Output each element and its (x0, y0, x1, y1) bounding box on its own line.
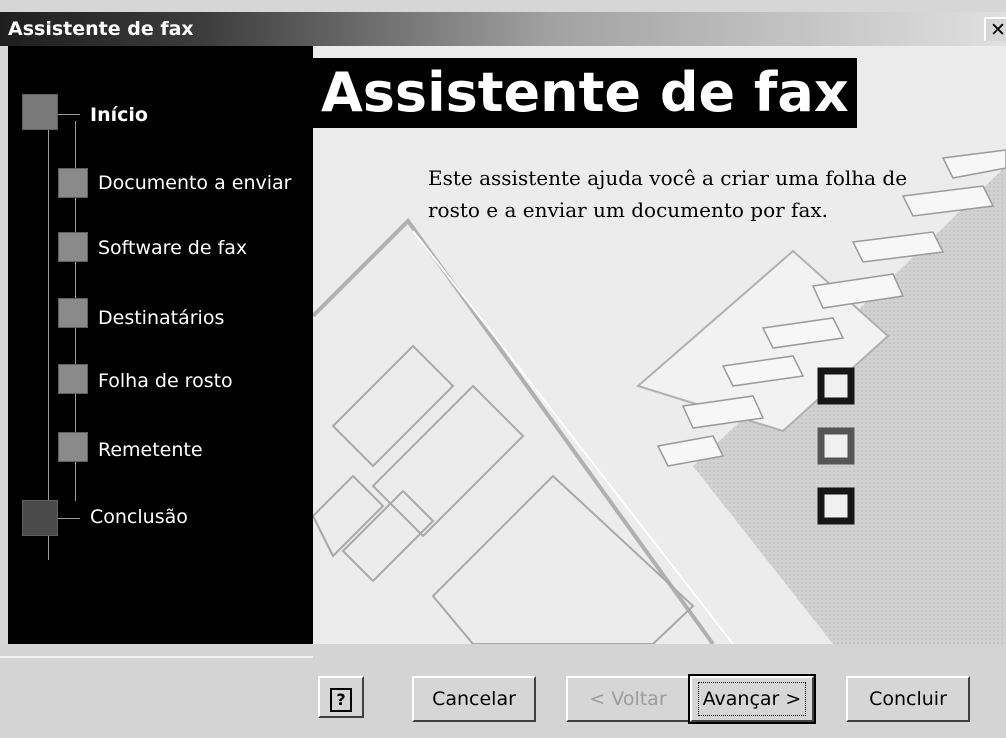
step-destinatarios: Destinatários (98, 307, 225, 329)
step-start-marker-icon (22, 94, 58, 130)
wizard-heading: Assistente de fax (313, 58, 857, 128)
title-bar: Assistente de fax ✕ (0, 12, 1006, 46)
step-navigation-panel: Início Documento a enviar Software de fa… (8, 46, 313, 644)
step-sender-marker-icon (58, 432, 88, 462)
wizard-description: Este assistente ajuda você a criar uma f… (428, 166, 908, 222)
decorative-fax-illustration (313, 46, 1006, 644)
step-folha-de-rosto: Folha de rosto (98, 370, 233, 392)
help-icon: ? (330, 688, 352, 712)
tree-connector (58, 518, 80, 519)
next-button[interactable]: Avançar > (688, 674, 816, 724)
help-button[interactable]: ? (318, 676, 364, 718)
step-software-de-fax: Software de fax (98, 237, 248, 259)
close-icon[interactable]: ✕ (984, 17, 1006, 41)
separator (0, 656, 313, 658)
step-documento-a-enviar: Documento a enviar (98, 172, 292, 194)
step-recipients-marker-icon (58, 298, 88, 328)
step-conclusao: Conclusão (90, 506, 188, 528)
wizard-content-area (313, 46, 1006, 644)
fax-wizard-window: Assistente de fax ✕ Início Documento a e… (0, 0, 1006, 738)
finish-button[interactable]: Concluir (846, 676, 970, 722)
step-finish-marker-icon (22, 500, 58, 536)
step-cover-page-marker-icon (58, 364, 88, 394)
cancel-button[interactable]: Cancelar (412, 676, 536, 722)
step-software-marker-icon (58, 232, 88, 262)
window-title: Assistente de fax (8, 18, 194, 40)
tree-line (48, 128, 49, 560)
step-inicio: Início (90, 104, 148, 126)
step-remetente: Remetente (98, 439, 203, 461)
tree-connector (58, 114, 80, 115)
step-document-marker-icon (58, 168, 88, 198)
next-button-label: Avançar > (697, 682, 807, 716)
back-button[interactable]: < Voltar (566, 676, 690, 722)
